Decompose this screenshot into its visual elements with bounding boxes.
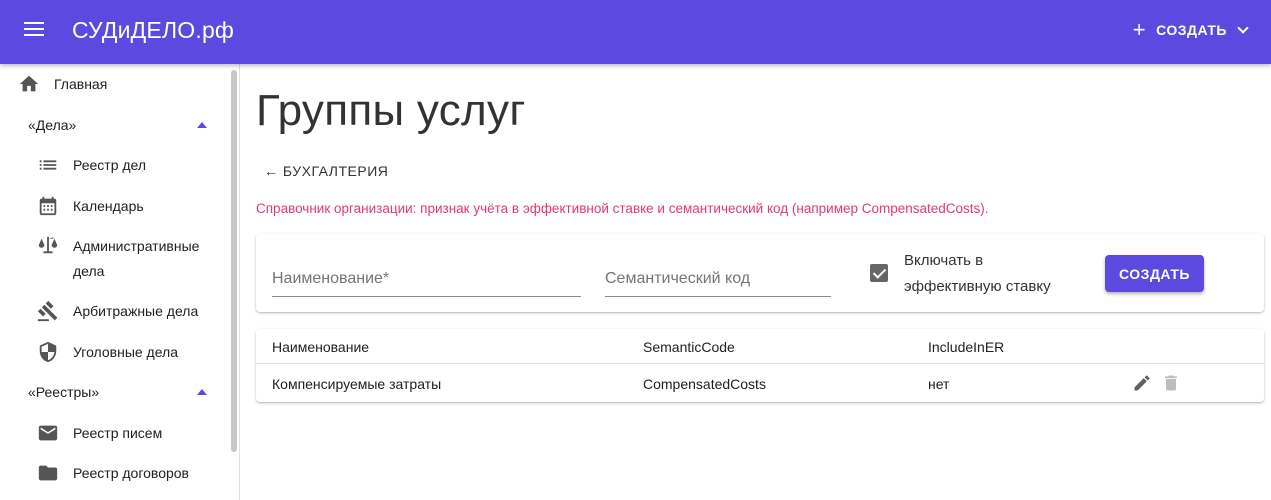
sidebar-item-criminal[interactable]: Уголовные дела (37, 341, 178, 363)
collapse-icon[interactable] (197, 122, 207, 128)
sidebar-item-case-registry[interactable]: Реестр дел (37, 154, 146, 176)
sidebar-item-label: Административные (73, 238, 200, 254)
mail-icon (37, 422, 59, 444)
sidebar-item-label: Уголовные дела (73, 344, 179, 360)
name-field[interactable] (272, 267, 581, 297)
name-input[interactable] (272, 267, 581, 288)
cell-name: Компенсируемые затраты (272, 376, 442, 392)
create-menu-label: СОЗДАТЬ (1156, 22, 1227, 38)
list-icon (37, 154, 59, 176)
semantic-code-input[interactable] (605, 267, 831, 288)
back-link[interactable]: ← БУХГАЛТЕРИЯ (264, 163, 388, 179)
sidebar-section-registries[interactable]: «Реестры» (28, 384, 99, 400)
sidebar-item-administrative[interactable]: Административные дела (37, 236, 199, 284)
column-header-name[interactable]: Наименование (272, 339, 369, 355)
menu-icon[interactable] (24, 22, 46, 42)
semantic-code-field[interactable] (605, 267, 831, 297)
sidebar-section-cases[interactable]: «Дела» (28, 117, 76, 133)
sidebar-item-home[interactable]: Главная (18, 73, 107, 95)
home-icon (18, 73, 40, 95)
hint-text: Справочник организации: признак учёта в … (256, 201, 989, 216)
create-form-card: Включать в эффективную ставку СОЗДАТЬ (256, 234, 1264, 312)
cell-semantic-code: CompensatedCosts (643, 376, 766, 392)
sidebar-item-label: Реестр дел (73, 157, 147, 173)
chevron-down-icon (1237, 22, 1249, 34)
sidebar-item-label: Календарь (73, 198, 144, 214)
sidebar-item-label-line2: дела (73, 263, 105, 279)
calendar-icon (37, 195, 59, 217)
app-title[interactable]: СУДиДЕЛО.рф (72, 17, 234, 44)
sidebar-item-arbitration[interactable]: Арбитражные дела (37, 300, 198, 322)
sidebar-item-label: Арбитражные дела (73, 303, 199, 319)
create-button[interactable]: СОЗДАТЬ (1105, 255, 1204, 292)
delete-icon[interactable] (1161, 373, 1181, 393)
edit-icon[interactable] (1132, 373, 1152, 393)
header-divider (256, 363, 1264, 364)
sidebar-scrollbar[interactable] (231, 70, 237, 452)
column-header-semantic-code[interactable]: SemanticCode (643, 339, 735, 355)
create-menu-button[interactable]: + СОЗДАТЬ (1132, 17, 1249, 42)
sidebar-item-letters[interactable]: Реестр писем (37, 422, 162, 444)
app-bar: СУДиДЕЛО.рф + СОЗДАТЬ (0, 0, 1271, 64)
sidebar-item-label: Реестр договоров (73, 465, 189, 481)
sidebar-item-label: Главная (54, 76, 108, 92)
groups-table: Наименование SemanticCode IncludeInER Ко… (256, 329, 1264, 402)
shield-icon (37, 341, 59, 363)
plus-icon: + (1132, 17, 1147, 42)
sidebar-item-contracts[interactable]: Реестр договоров (37, 462, 189, 484)
scales-icon (37, 234, 59, 256)
column-header-include-er[interactable]: IncludeInER (928, 339, 1004, 355)
include-checkbox[interactable] (870, 264, 888, 282)
include-checkbox-label[interactable]: Включать в эффективную ставку (904, 248, 1084, 300)
sidebar-item-label: Реестр писем (73, 425, 163, 441)
folder-icon (37, 462, 59, 484)
sidebar-item-calendar[interactable]: Календарь (37, 195, 144, 217)
sidebar: Главная «Дела» Реестр дел Календарь Адми… (0, 64, 240, 500)
page-title: Группы услуг (256, 86, 526, 135)
cell-include-er: нет (928, 376, 950, 392)
collapse-icon[interactable] (197, 389, 207, 395)
gavel-icon (37, 300, 59, 322)
main-content: Группы услуг ← БУХГАЛТЕРИЯ Справочник ор… (241, 64, 1271, 500)
